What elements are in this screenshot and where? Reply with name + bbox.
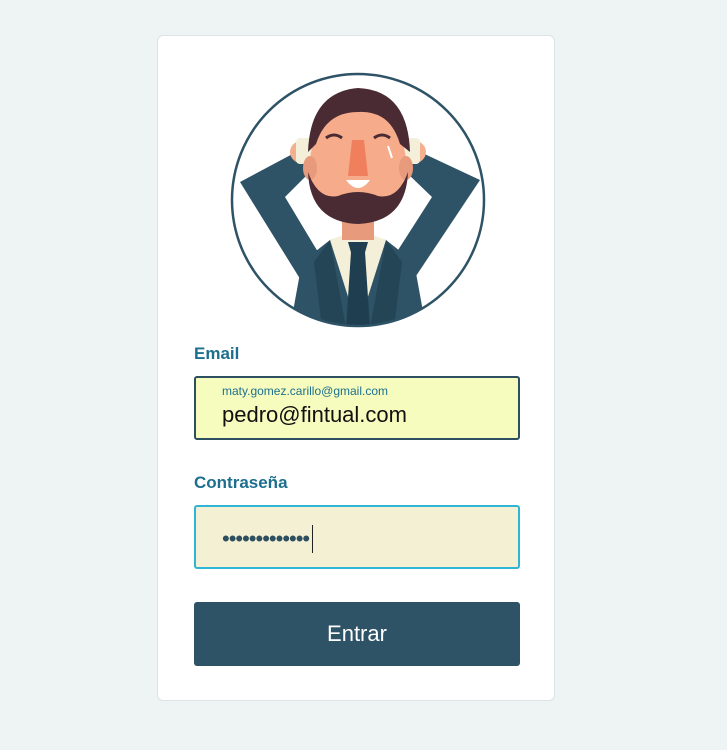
password-masked-text: ••••••••••••• bbox=[222, 526, 310, 551]
text-caret bbox=[312, 525, 314, 553]
avatar-illustration-icon bbox=[230, 72, 486, 328]
password-value: ••••••••••••• bbox=[222, 525, 314, 553]
email-value: pedro@fintual.com bbox=[222, 402, 407, 427]
submit-button[interactable]: Entrar bbox=[194, 602, 520, 666]
email-field[interactable]: maty.gomez.carillo@gmail.com pedro@fintu… bbox=[194, 376, 520, 440]
email-label: Email bbox=[194, 344, 240, 363]
password-field[interactable]: ••••••••••••• bbox=[194, 505, 520, 569]
user-avatar bbox=[230, 72, 486, 328]
password-label: Contraseña bbox=[194, 473, 288, 492]
email-autofill-hint[interactable]: maty.gomez.carillo@gmail.com bbox=[222, 384, 388, 398]
login-card: Email maty.gomez.carillo@gmail.com pedro… bbox=[157, 35, 555, 701]
